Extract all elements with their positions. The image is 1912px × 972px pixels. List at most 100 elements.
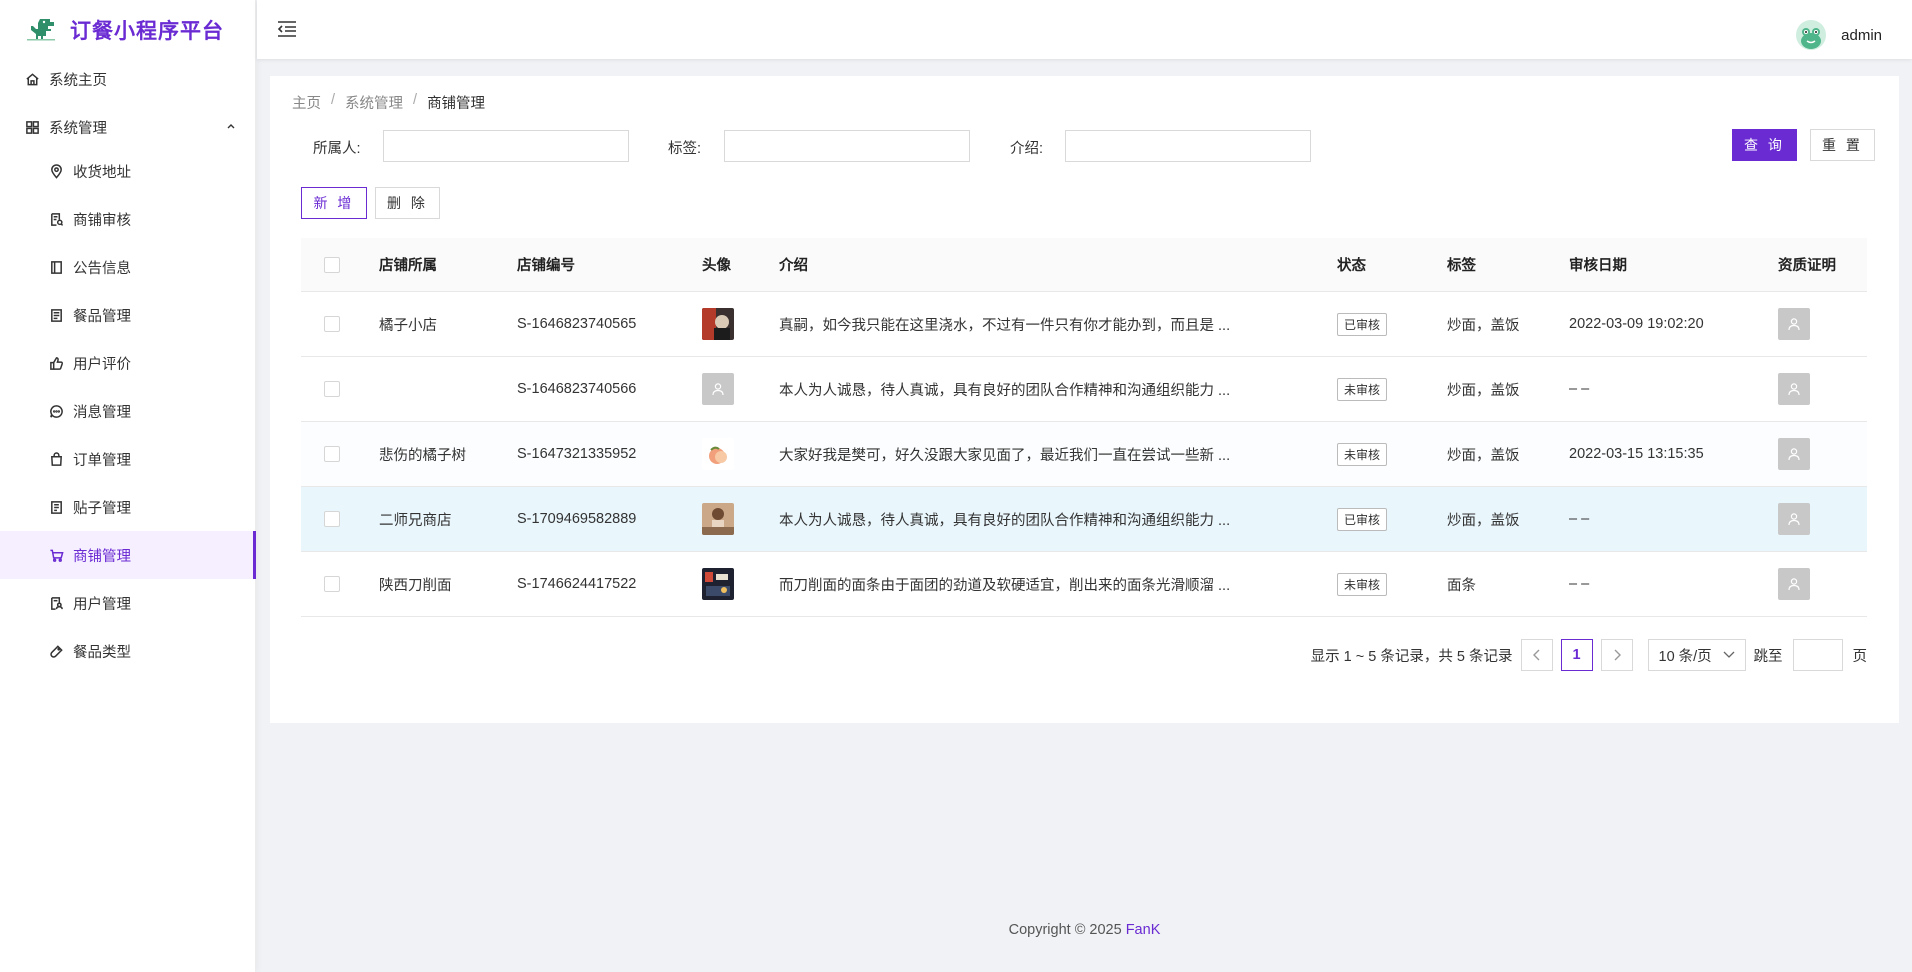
reset-button[interactable]: 重 置: [1810, 129, 1875, 161]
row-checkbox[interactable]: [324, 446, 340, 462]
row-checkbox[interactable]: [324, 316, 340, 332]
query-button[interactable]: 查 询: [1732, 129, 1797, 161]
sidebar-item-messages[interactable]: 消息管理: [0, 387, 256, 435]
shop-id: S-1746624417522: [517, 576, 637, 592]
sidebar-item-reviews[interactable]: 用户评价: [0, 339, 256, 387]
breadcrumb-system[interactable]: 系统管理: [345, 92, 403, 113]
shop-intro: 真嗣，如今我只能在这里浇水，不过有一件只有你才能办到，而且是 ...: [779, 317, 1231, 334]
breadcrumb: 主页 / 系统管理 / 商铺管理: [292, 92, 485, 113]
top-header: admin: [257, 0, 1912, 59]
shop-intro: 本人为人诚恳，待人真诚，具有良好的团队合作精神和沟通组织能力 ...: [779, 382, 1231, 399]
jump-page-input[interactable]: [1792, 639, 1843, 671]
sidebar-item-address[interactable]: 收货地址: [0, 147, 256, 195]
sidebar-item-label: 商铺审核: [73, 212, 131, 229]
shop-tags: 炒面，盖饭: [1447, 512, 1520, 529]
grid-icon: [24, 119, 40, 135]
tag-filter-input[interactable]: [724, 130, 970, 162]
certificate-thumbnail[interactable]: [1778, 308, 1810, 340]
row-checkbox[interactable]: [324, 576, 340, 592]
shop-avatar[interactable]: [702, 503, 734, 535]
tag-icon: [48, 643, 64, 659]
sidebar-item-home[interactable]: 系统主页: [0, 55, 256, 103]
shop-id: S-1646823740565: [517, 316, 637, 332]
dish-icon: [48, 307, 64, 323]
shop-avatar[interactable]: [702, 438, 734, 470]
peach-avatar-icon: [702, 438, 734, 470]
intro-filter-input[interactable]: [1065, 130, 1311, 162]
user-menu[interactable]: admin: [1796, 20, 1882, 50]
message-icon: [48, 403, 64, 419]
sidebar: 订餐小程序平台 系统主页 系统管理 收货地址 商铺审核 公告信息 餐品管理 用户…: [0, 0, 256, 972]
chevron-right-icon: [1614, 649, 1621, 661]
page-number-button[interactable]: 1: [1560, 639, 1593, 671]
column-header: 标签: [1447, 258, 1476, 274]
row-checkbox[interactable]: [324, 381, 340, 397]
column-header: 资质证明: [1778, 258, 1836, 274]
page-size-select[interactable]: 10 条/页: [1647, 639, 1746, 671]
certificate-thumbnail[interactable]: [1778, 503, 1810, 535]
owner-filter-input[interactable]: [383, 130, 629, 162]
sidebar-item-label: 订单管理: [73, 452, 131, 469]
select-all-checkbox[interactable]: [324, 256, 340, 273]
sidebar-item-notice[interactable]: 公告信息: [0, 243, 256, 291]
shop-owner: 橘子小店: [379, 317, 437, 334]
shop-avatar[interactable]: [702, 373, 734, 405]
sidebar-item-label: 公告信息: [73, 260, 131, 277]
shop-owner: 悲伤的橘子树: [379, 447, 466, 464]
shop-owner: 二师兄商店: [379, 512, 452, 529]
column-header: 店铺所属: [379, 258, 437, 274]
sidebar-item-users[interactable]: 用户管理: [0, 579, 256, 627]
logo[interactable]: 订餐小程序平台: [0, 0, 255, 59]
table-row[interactable]: 陕西刀削面 S-1746624417522 而刀削面的面条由于面团的劲道及软硬适…: [301, 552, 1867, 617]
sidebar-item-shop-audit[interactable]: 商铺审核: [0, 195, 256, 243]
table-header: 店铺所属 店铺编号 头像 介绍 状态 标签 审核日期 资质证明: [301, 238, 1867, 292]
shop-tags: 炒面，盖饭: [1447, 317, 1520, 334]
shop-avatar[interactable]: [702, 308, 734, 340]
shop-table: 店铺所属 店铺编号 头像 介绍 状态 标签 审核日期 资质证明 橘子小店 S-1…: [301, 238, 1867, 617]
breadcrumb-current: 商铺管理: [427, 96, 486, 112]
tag-filter-label: 标签:: [668, 141, 702, 157]
table-row[interactable]: S-1646823740566 本人为人诚恳，待人真诚，具有良好的团队合作精神和…: [301, 357, 1867, 422]
table-row[interactable]: 二师兄商店 S-1709469582889 本人为人诚恳，待人真诚，具有良好的团…: [301, 487, 1867, 552]
sidebar-item-label: 餐品管理: [73, 308, 131, 325]
prev-page-button[interactable]: [1520, 639, 1553, 671]
author-link[interactable]: FanK: [1126, 922, 1161, 938]
sidebar-item-system[interactable]: 系统管理: [0, 103, 256, 151]
post-icon: [48, 499, 64, 515]
sidebar-item-shops[interactable]: 商铺管理: [0, 531, 256, 579]
shop-management-panel: 主页 / 系统管理 / 商铺管理 所属人: 标签: 介绍: 查 询 重 置 新 …: [270, 76, 1899, 723]
certificate-thumbnail[interactable]: [1778, 438, 1810, 470]
status-badge: 已审核: [1337, 507, 1388, 531]
add-button[interactable]: 新 增: [301, 187, 367, 219]
row-checkbox[interactable]: [324, 511, 340, 527]
sidebar-item-orders[interactable]: 订单管理: [0, 435, 256, 483]
audit-icon: [48, 211, 64, 227]
shop-id: S-1646823740566: [517, 381, 637, 397]
column-header: 介绍: [779, 258, 808, 274]
dinosaur-logo-icon: [27, 18, 55, 40]
table-row[interactable]: 橘子小店 S-1646823740565 真嗣，如今我只能在这里浇水，不过有一件…: [301, 292, 1867, 357]
table-row[interactable]: 悲伤的橘子树 S-1647321335952 大家好我是樊可，好久没跟大家见面了…: [301, 422, 1867, 487]
sidebar-item-dish-types[interactable]: 餐品类型: [0, 627, 256, 675]
breadcrumb-separator: /: [331, 92, 336, 108]
sidebar-item-posts[interactable]: 贴子管理: [0, 483, 256, 531]
shop-avatar[interactable]: [702, 568, 734, 600]
shop-intro: 本人为人诚恳，待人真诚，具有良好的团队合作精神和沟通组织能力 ...: [779, 512, 1231, 529]
sidebar-item-dishes[interactable]: 餐品管理: [0, 291, 256, 339]
column-header: 状态: [1337, 258, 1366, 274]
jump-label: 跳至: [1753, 648, 1783, 665]
certificate-thumbnail[interactable]: [1778, 373, 1810, 405]
menu-fold-icon[interactable]: [277, 20, 297, 38]
chevron-down-icon: [1723, 651, 1734, 658]
column-header: 审核日期: [1569, 258, 1627, 274]
delete-button[interactable]: 删 除: [375, 187, 440, 219]
next-page-button[interactable]: [1600, 639, 1633, 671]
sidebar-item-label: 系统管理: [49, 120, 107, 137]
photo-avatar-icon: [702, 568, 734, 600]
breadcrumb-home[interactable]: 主页: [292, 92, 321, 113]
chevron-up-icon: [227, 124, 235, 129]
column-header: 头像: [702, 258, 731, 274]
status-badge: 未审核: [1337, 377, 1388, 401]
certificate-thumbnail[interactable]: [1778, 568, 1810, 600]
audit-date: 2022-03-15 13:15:35: [1569, 446, 1704, 462]
